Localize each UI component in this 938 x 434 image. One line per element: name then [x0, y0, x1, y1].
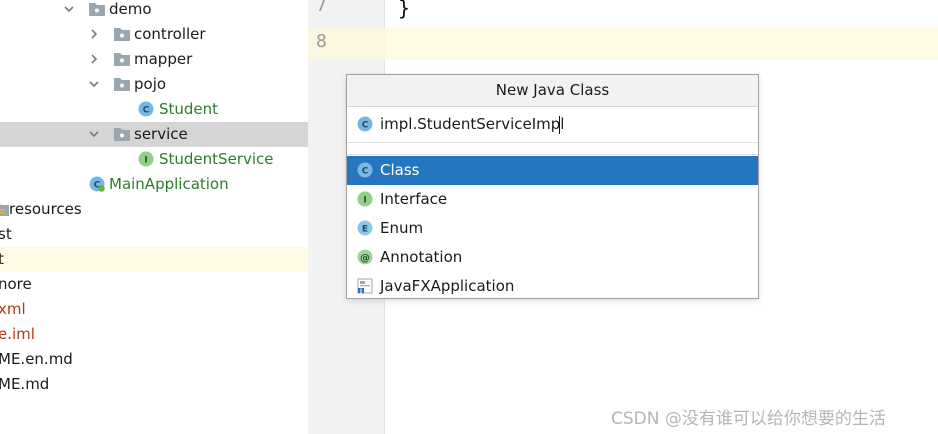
class-icon: C — [357, 116, 373, 132]
chevron-right-icon[interactable] — [87, 27, 101, 41]
annotation-icon: @ — [357, 249, 373, 265]
tree-item-label: resources — [9, 200, 82, 218]
caret-line-highlight — [308, 27, 938, 60]
tree-item-demo[interactable]: demo — [0, 0, 308, 22]
svg-text:C: C — [362, 121, 369, 131]
watermark: CSDN @没有谁可以给你想要的生活 — [611, 409, 886, 429]
tree-item-iml[interactable]: e.iml — [0, 322, 308, 347]
tree-item-label: nore — [0, 275, 32, 293]
tree-item-readme-en[interactable]: ME.en.md — [0, 347, 308, 372]
class-name-input[interactable] — [380, 112, 740, 136]
svg-text:J: J — [359, 288, 362, 294]
tree-item-studentservice[interactable]: I StudentService — [0, 147, 308, 172]
kind-option-label: Enum — [380, 219, 424, 237]
divider — [347, 154, 758, 155]
tree-item-resources[interactable]: resources — [0, 197, 308, 222]
tree-item-label: st — [0, 225, 12, 243]
package-folder-icon — [89, 3, 105, 16]
tree-item-controller[interactable]: controller — [0, 22, 308, 47]
kind-option-label: Class — [380, 161, 420, 179]
kind-option-class[interactable]: C Class — [347, 156, 758, 185]
kind-option-interface[interactable]: I Interface — [347, 185, 758, 214]
new-java-class-dialog: New Java Class C C Class I Interface E E… — [346, 74, 759, 299]
chevron-down-icon[interactable] — [87, 77, 101, 91]
project-tree: demo controller mapper pojo C Student se… — [0, 0, 308, 434]
kind-option-label: Annotation — [380, 248, 463, 266]
package-folder-icon — [114, 53, 130, 66]
kind-option-enum[interactable]: E Enum — [347, 214, 758, 243]
tree-item-label: ME.md — [0, 375, 50, 393]
tree-item-label: e.iml — [0, 325, 35, 343]
kind-option-annotation[interactable]: @ Annotation — [347, 243, 758, 272]
chevron-down-icon[interactable] — [62, 2, 76, 16]
svg-text:I: I — [363, 196, 366, 206]
tree-item-label: xml — [0, 300, 26, 318]
code-line: } — [398, 0, 411, 20]
tree-item-readme[interactable]: ME.md — [0, 372, 308, 397]
tree-item-label: ME.en.md — [0, 350, 73, 368]
class-icon: C — [357, 162, 373, 178]
tree-item-student[interactable]: C Student — [0, 97, 308, 122]
interface-icon: I — [357, 191, 373, 207]
tree-item-gitignore[interactable]: nore — [0, 272, 308, 297]
package-folder-icon — [114, 128, 130, 141]
spring-boot-class-icon: C — [89, 176, 105, 192]
tree-item-mainapplication[interactable]: C MainApplication — [0, 172, 308, 197]
kind-option-label: Interface — [380, 190, 448, 208]
tree-item-service[interactable]: service — [0, 122, 308, 147]
kind-option-label: JavaFXApplication — [380, 277, 515, 295]
line-number: 7 — [316, 0, 327, 16]
divider — [347, 142, 758, 143]
tree-item-label: MainApplication — [109, 175, 229, 193]
interface-icon: I — [138, 151, 154, 167]
svg-text:E: E — [362, 225, 368, 235]
package-folder-icon — [114, 28, 130, 41]
tree-item-target[interactable]: t — [0, 247, 308, 272]
svg-text:C: C — [362, 167, 369, 177]
svg-text:I: I — [144, 156, 147, 166]
tree-item-label: controller — [134, 25, 206, 43]
text-caret — [559, 116, 560, 134]
tree-item-pom-xml[interactable]: xml — [0, 297, 308, 322]
class-icon: C — [138, 101, 154, 117]
tree-item-pojo[interactable]: pojo — [0, 72, 308, 97]
tree-item-label: StudentService — [159, 150, 274, 168]
svg-text:C: C — [143, 106, 150, 116]
tree-item-label: demo — [109, 0, 152, 18]
tree-item-mapper[interactable]: mapper — [0, 47, 308, 72]
tree-item-label: pojo — [134, 75, 167, 93]
svg-text:@: @ — [360, 253, 370, 264]
enum-icon: E — [357, 220, 373, 236]
tree-item-label: Student — [159, 100, 219, 118]
tree-item-test[interactable]: st — [0, 222, 308, 247]
dialog-title: New Java Class — [347, 75, 758, 107]
javafx-icon: J — [357, 278, 373, 294]
tree-item-label: mapper — [134, 50, 193, 68]
chevron-down-icon[interactable] — [87, 127, 101, 141]
chevron-right-icon[interactable] — [87, 52, 101, 66]
kind-option-javafx[interactable]: J JavaFXApplication — [347, 272, 758, 301]
name-field-row: C — [347, 107, 758, 141]
tree-item-label: t — [0, 250, 4, 268]
line-number: 8 — [316, 31, 327, 52]
package-folder-icon — [114, 78, 130, 91]
tree-item-label: service — [134, 125, 188, 143]
